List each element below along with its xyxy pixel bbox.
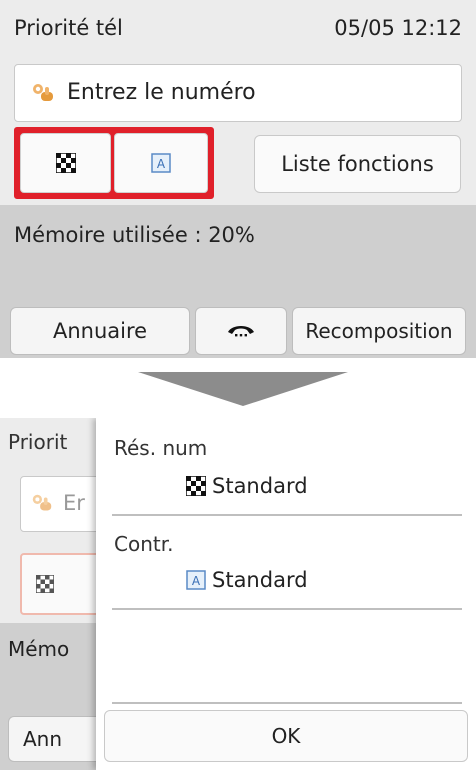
hook-button[interactable]	[195, 307, 287, 355]
divider	[112, 608, 462, 610]
resolution-setting[interactable]: Standard	[186, 474, 308, 498]
directory-button[interactable]: Annuaire	[10, 307, 190, 355]
fax-mode-selection-highlight: A	[14, 127, 214, 199]
fax-screen-after: Priorit Er Mémo Ann Rés. num Standard Co…	[0, 418, 476, 770]
resolution-label: Rés. num	[114, 436, 208, 460]
hand-icon	[32, 494, 52, 511]
bottom-bar: Annuaire Recomposition	[0, 305, 476, 358]
resolution-button[interactable]	[20, 133, 111, 193]
fax-number-input[interactable]: Entrez le numéro	[14, 64, 462, 122]
redial-button[interactable]: Recomposition	[292, 307, 466, 355]
fax-number-placeholder: Entrez le numéro	[67, 80, 256, 105]
contrast-a-icon: A	[151, 153, 171, 173]
contrast-value: Standard	[212, 568, 308, 592]
settings-panel: Rés. num Standard Contr. A Standard OK	[96, 418, 476, 770]
background-screen: Priorit Er Mémo Ann	[0, 418, 96, 770]
checkerboard-icon	[36, 575, 54, 593]
memory-usage-text: Mémoire utilisée : 20%	[14, 223, 255, 247]
divider	[112, 702, 462, 704]
header: Priorité tél 05/05 12:12	[0, 0, 476, 62]
background-title: Priorit	[8, 430, 68, 454]
status-area: Mémoire utilisée : 20%	[0, 205, 476, 305]
contrast-a-icon: A	[186, 570, 206, 590]
ok-button[interactable]: OK	[104, 710, 468, 762]
function-list-button[interactable]: Liste fonctions	[254, 135, 461, 193]
svg-text:A: A	[157, 157, 166, 171]
down-arrow-icon	[138, 372, 348, 406]
contrast-label: Contr.	[114, 532, 174, 556]
background-number-input: Er	[20, 476, 96, 532]
phone-hook-icon	[228, 326, 254, 337]
resolution-value: Standard	[212, 474, 308, 498]
divider	[112, 514, 462, 516]
background-bottom-bar: Ann	[0, 708, 96, 770]
page-title: Priorité tél	[14, 16, 123, 40]
hand-icon	[33, 84, 53, 101]
fax-screen-before: Priorité tél 05/05 12:12 Entrez le numér…	[0, 0, 476, 358]
background-placeholder: Er	[63, 491, 85, 515]
datetime: 05/05 12:12	[334, 16, 462, 40]
background-memory: Mémo	[8, 637, 70, 661]
checkerboard-icon	[186, 476, 206, 496]
contrast-button[interactable]: A	[114, 133, 208, 193]
background-mode-button	[20, 553, 96, 615]
contrast-setting[interactable]: A Standard	[186, 568, 308, 592]
checkerboard-icon	[55, 153, 76, 173]
background-directory-label: Ann	[23, 727, 63, 751]
background-directory-button: Ann	[8, 716, 96, 762]
svg-text:A: A	[192, 574, 201, 588]
